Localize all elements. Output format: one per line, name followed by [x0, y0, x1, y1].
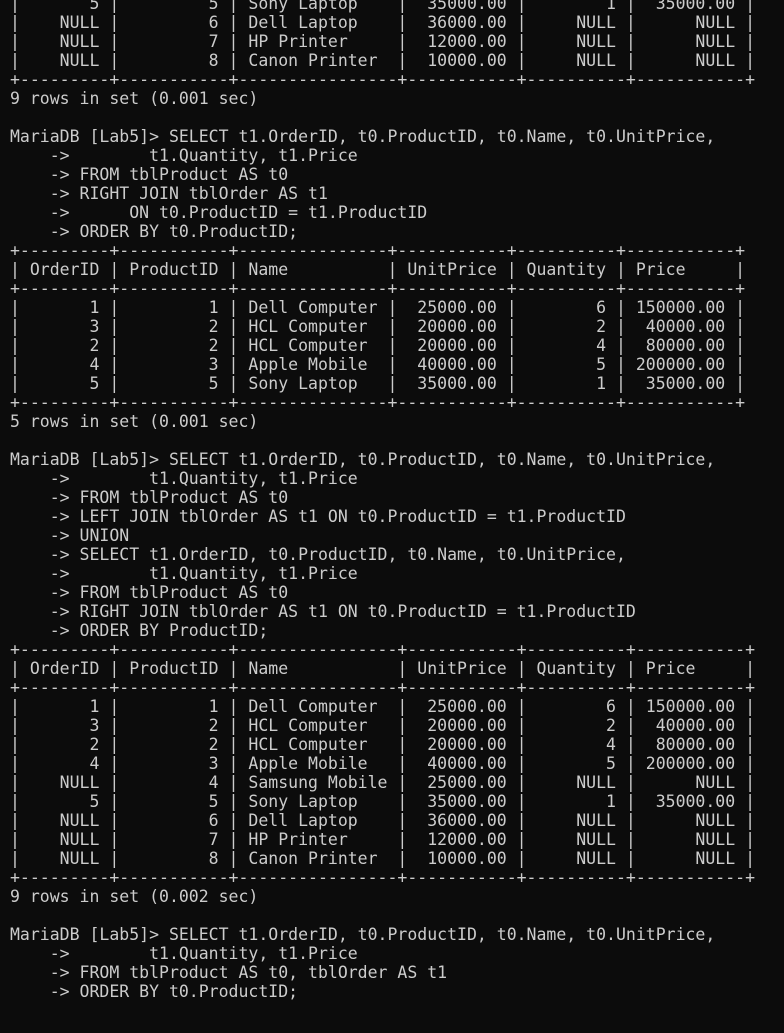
- terminal-line: | 4 | 3 | Apple Mobile | 40000.00 | 5 | …: [10, 355, 746, 374]
- terminal-line: -> UNION: [10, 526, 130, 545]
- terminal-line: -> t1.Quantity, t1.Price: [10, 469, 358, 488]
- terminal-line: | 2 | 2 | HCL Computer | 20000.00 | 4 | …: [10, 336, 746, 355]
- terminal-line: | 5 | 5 | Sony Laptop | 35000.00 | 1 | 3…: [10, 792, 756, 811]
- terminal-line: | OrderID | ProductID | Name | UnitPrice…: [10, 659, 756, 678]
- terminal-line: -> RIGHT JOIN tblOrder AS t1 ON t0.Produ…: [10, 602, 636, 621]
- terminal-line: -> FROM tblProduct AS t0: [10, 583, 289, 602]
- terminal-line: -> t1.Quantity, t1.Price: [10, 944, 358, 963]
- terminal-line: | 1 | 1 | Dell Computer | 25000.00 | 6 |…: [10, 298, 746, 317]
- terminal-line: -> ON t0.ProductID = t1.ProductID: [10, 203, 428, 222]
- terminal-line: +---------+-----------+----------------+…: [10, 868, 756, 887]
- terminal-line: +---------+-----------+---------------+-…: [10, 279, 746, 298]
- terminal-line: | 5 | 5 | Sony Laptop | 35000.00 | 1 | 3…: [10, 0, 756, 13]
- terminal-line: -> SELECT t1.OrderID, t0.ProductID, t0.N…: [10, 545, 626, 564]
- terminal-line: -> RIGHT JOIN tblOrder AS t1: [10, 184, 328, 203]
- terminal-line: | OrderID | ProductID | Name | UnitPrice…: [10, 260, 746, 279]
- terminal-line: | NULL | 4 | Samsung Mobile | 25000.00 |…: [10, 773, 756, 792]
- terminal-line: | NULL | 6 | Dell Laptop | 36000.00 | NU…: [10, 811, 756, 830]
- terminal-line: +---------+-----------+----------------+…: [10, 640, 756, 659]
- terminal-line: -> t1.Quantity, t1.Price: [10, 564, 358, 583]
- terminal-line: | NULL | 8 | Canon Printer | 10000.00 | …: [10, 51, 756, 70]
- terminal-line: -> LEFT JOIN tblOrder AS t1 ON t0.Produc…: [10, 507, 626, 526]
- terminal-output[interactable]: | 5 | 5 | Sony Laptop | 35000.00 | 1 | 3…: [10, 0, 784, 1001]
- terminal-line: | 2 | 2 | HCL Computer | 20000.00 | 4 | …: [10, 735, 756, 754]
- terminal-line: | 4 | 3 | Apple Mobile | 40000.00 | 5 | …: [10, 754, 756, 773]
- terminal-line: +---------+-----------+---------------+-…: [10, 393, 746, 412]
- terminal-line: -> FROM tblProduct AS t0: [10, 165, 289, 184]
- terminal-line: -> t1.Quantity, t1.Price: [10, 146, 358, 165]
- terminal-line: MariaDB [Lab5]> SELECT t1.OrderID, t0.Pr…: [10, 127, 716, 146]
- terminal-line: -> FROM tblProduct AS t0: [10, 488, 289, 507]
- terminal-line: +---------+-----------+----------------+…: [10, 70, 756, 89]
- terminal-line: | NULL | 7 | HP Printer | 12000.00 | NUL…: [10, 32, 756, 51]
- terminal-line: | 5 | 5 | Sony Laptop | 35000.00 | 1 | 3…: [10, 374, 746, 393]
- terminal-line: -> ORDER BY ProductID;: [10, 621, 269, 640]
- terminal-line: | NULL | 8 | Canon Printer | 10000.00 | …: [10, 849, 756, 868]
- terminal-line: 5 rows in set (0.001 sec): [10, 412, 259, 431]
- terminal-line: -> ORDER BY t0.ProductID;: [10, 982, 299, 1001]
- terminal-line: 9 rows in set (0.001 sec): [10, 89, 259, 108]
- terminal-line: | 1 | 1 | Dell Computer | 25000.00 | 6 |…: [10, 697, 756, 716]
- terminal-line: -> ORDER BY t0.ProductID;: [10, 222, 299, 241]
- terminal-line: | 3 | 2 | HCL Computer | 20000.00 | 2 | …: [10, 716, 756, 735]
- terminal-line: MariaDB [Lab5]> SELECT t1.OrderID, t0.Pr…: [10, 925, 716, 944]
- terminal-line: | NULL | 7 | HP Printer | 12000.00 | NUL…: [10, 830, 756, 849]
- terminal-line: MariaDB [Lab5]> SELECT t1.OrderID, t0.Pr…: [10, 450, 716, 469]
- terminal-line: 9 rows in set (0.002 sec): [10, 887, 259, 906]
- terminal-line: | NULL | 6 | Dell Laptop | 36000.00 | NU…: [10, 13, 756, 32]
- terminal-line: +---------+-----------+----------------+…: [10, 678, 756, 697]
- terminal-line: | 3 | 2 | HCL Computer | 20000.00 | 2 | …: [10, 317, 746, 336]
- terminal-line: -> FROM tblProduct AS t0, tblOrder AS t1: [10, 963, 448, 982]
- terminal-line: +---------+-----------+---------------+-…: [10, 241, 746, 260]
